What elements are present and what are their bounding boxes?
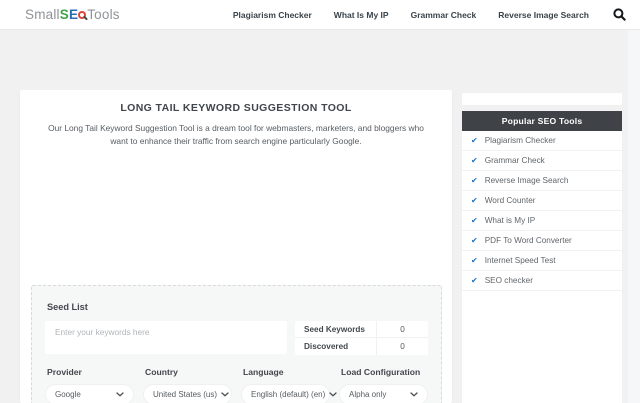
search-button[interactable] [613, 8, 626, 21]
popular-seo-tools-header: Popular SEO Tools [462, 111, 622, 131]
provider-group: Provider Google [45, 367, 134, 403]
chevron-down-icon [116, 392, 124, 397]
load-configuration-value: Alpha only [349, 390, 387, 400]
tool-main-card: LONG TAIL KEYWORD SUGGESTION TOOL Our Lo… [20, 90, 452, 403]
load-configuration-select[interactable]: Alpha only [339, 384, 428, 403]
language-group: Language English (default) (en) [241, 367, 337, 403]
seed-list-label: Seed List [47, 302, 88, 313]
sidebar-item-label: Plagiarism Checker [484, 136, 556, 145]
checkmark-icon: ✔ [471, 156, 478, 165]
checkmark-icon: ✔ [471, 276, 478, 285]
page-scrollbar[interactable] [628, 30, 640, 403]
site-logo[interactable]: Small S E Tools [25, 7, 120, 22]
chevron-down-icon [329, 392, 337, 397]
sidebar-item-plagiarism-checker[interactable]: ✔ Plagiarism Checker [462, 131, 622, 151]
magnifier-o-icon [78, 11, 87, 19]
nav-reverse-image-search[interactable]: Reverse Image Search [498, 10, 589, 20]
country-label: Country [145, 367, 178, 378]
options-row: Provider Google Country United States (u… [45, 367, 428, 403]
stat-row-seed-keywords: Seed Keywords 0 [295, 321, 428, 339]
provider-value: Google [55, 390, 81, 400]
logo-letter-s: S [59, 7, 69, 22]
top-header: Small S E Tools Plagiarism Checker What Is … [0, 0, 640, 30]
search-icon [613, 8, 626, 21]
stat-row-discovered: Discovered 0 [295, 338, 428, 356]
load-configuration-label: Load Configuration [341, 367, 421, 378]
logo-text-tools: Tools [87, 7, 120, 22]
seed-keywords-label: Seed Keywords [304, 324, 365, 334]
sidebar-item-grammar-check[interactable]: ✔ Grammar Check [462, 151, 622, 171]
header-nav: Plagiarism Checker What Is My IP Grammar… [233, 8, 626, 21]
seed-stats-table: Seed Keywords 0 Discovered 0 [295, 321, 428, 356]
language-label: Language [243, 367, 284, 378]
sidebar-item-label: PDF To Word Converter [484, 236, 572, 245]
sidebar-item-label: Internet Speed Test [484, 256, 556, 265]
country-value: United States (us) [153, 390, 218, 400]
content-area: LONG TAIL KEYWORD SUGGESTION TOOL Our Lo… [20, 90, 622, 403]
chevron-down-icon [221, 392, 229, 397]
sidebar-item-label: What is My IP [484, 216, 536, 225]
ad-placeholder [462, 93, 622, 105]
checkmark-icon: ✔ [471, 176, 478, 185]
sidebar-item-word-counter[interactable]: ✔ Word Counter [462, 191, 622, 211]
checkmark-icon: ✔ [471, 236, 478, 245]
checkmark-icon: ✔ [471, 256, 478, 265]
provider-label: Provider [47, 367, 82, 378]
discovered-label: Discovered [304, 342, 349, 352]
page-description: Our Long Tail Keyword Suggestion Tool is… [48, 123, 424, 146]
country-group: Country United States (us) [143, 367, 232, 403]
load-configuration-group: Load Configuration Alpha only [339, 367, 428, 403]
sidebar-item-reverse-image-search[interactable]: ✔ Reverse Image Search [462, 171, 622, 191]
seed-keywords-value: 0 [376, 321, 428, 338]
nav-plagiarism-checker[interactable]: Plagiarism Checker [233, 10, 312, 20]
sidebar-item-label: Word Counter [484, 196, 536, 205]
checkmark-icon: ✔ [471, 196, 478, 205]
checkmark-icon: ✔ [471, 136, 478, 145]
provider-select[interactable]: Google [45, 384, 134, 403]
logo-text-small: Small [25, 7, 60, 22]
chevron-down-icon [410, 392, 418, 397]
right-sidebar: Popular SEO Tools ✔ Plagiarism Checker ✔… [462, 90, 622, 403]
sidebar-item-internet-speed-test[interactable]: ✔ Internet Speed Test [462, 251, 622, 271]
page-title: LONG TAIL KEYWORD SUGGESTION TOOL [120, 102, 352, 114]
sidebar-item-label: Reverse Image Search [484, 176, 569, 185]
language-select[interactable]: English (default) (en) [241, 384, 337, 403]
seed-input-row: Seed Keywords 0 Discovered 0 [45, 321, 428, 356]
sidebar-item-label: SEO checker [484, 276, 533, 285]
discovered-value: 0 [376, 338, 428, 356]
sidebar-item-seo-checker[interactable]: ✔ SEO checker [462, 271, 622, 291]
language-value: English (default) (en) [251, 390, 326, 400]
checkmark-icon: ✔ [471, 216, 478, 225]
sidebar-item-label: Grammar Check [484, 156, 545, 165]
nav-what-is-my-ip[interactable]: What Is My IP [334, 10, 389, 20]
sidebar-item-what-is-my-ip[interactable]: ✔ What is My IP [462, 211, 622, 231]
sidebar-item-pdf-to-word-converter[interactable]: ✔ PDF To Word Converter [462, 231, 622, 251]
popular-tools-list: ✔ Plagiarism Checker ✔ Grammar Check ✔ R… [462, 131, 622, 403]
nav-grammar-check[interactable]: Grammar Check [411, 10, 477, 20]
country-select[interactable]: United States (us) [143, 384, 232, 403]
keyword-tool-form: Seed List Seed Keywords 0 Discovered 0 P [31, 285, 442, 403]
keywords-input[interactable] [45, 321, 287, 355]
logo-letter-e: E [68, 7, 79, 22]
